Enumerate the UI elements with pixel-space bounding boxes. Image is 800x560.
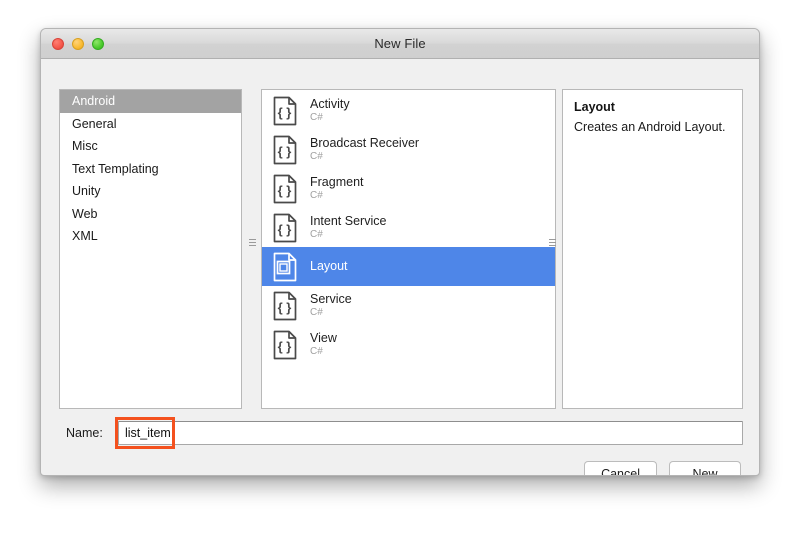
svg-text:{ }: { } xyxy=(278,105,292,120)
template-details-inner: Layout Creates an Android Layout. xyxy=(563,90,742,146)
category-item-label: Unity xyxy=(72,184,101,198)
svg-text:{ }: { } xyxy=(278,144,292,159)
category-item-label: General xyxy=(72,116,117,131)
template-item-text: Intent Service C# xyxy=(310,213,387,241)
name-row: Name: xyxy=(59,417,743,449)
title-bar: New File xyxy=(41,29,759,59)
file-name-input[interactable] xyxy=(118,421,743,445)
name-label: Name: xyxy=(66,426,103,440)
splitter-grip-left[interactable] xyxy=(249,237,256,253)
details-title: Layout xyxy=(574,100,615,114)
csharp-file-icon: { } xyxy=(272,174,298,204)
category-item-label: Text Templating xyxy=(72,161,159,176)
template-item-view[interactable]: { } View C# xyxy=(262,325,555,364)
template-item-text: Fragment C# xyxy=(310,174,364,202)
template-item-broadcast-receiver[interactable]: { } Broadcast Receiver C# xyxy=(262,130,555,169)
svg-text:{ }: { } xyxy=(278,222,292,237)
template-item-subtitle: C# xyxy=(310,306,323,318)
new-file-dialog: New File Android General Misc Text Templati… xyxy=(40,28,760,476)
category-item-label: Android xyxy=(72,94,116,108)
category-item-general[interactable]: General xyxy=(60,113,241,136)
template-item-title: Service xyxy=(310,291,352,306)
csharp-file-icon: { } xyxy=(272,135,298,165)
template-item-subtitle: C# xyxy=(310,111,323,123)
template-item-subtitle: C# xyxy=(310,150,323,162)
template-item-title: Fragment xyxy=(310,174,364,189)
splitter-grip-right[interactable] xyxy=(549,237,556,253)
dialog-button-row: Cancel New xyxy=(584,461,741,475)
csharp-file-icon: { } xyxy=(272,291,298,321)
template-item-text: Layout xyxy=(310,258,348,273)
category-item-label: Misc xyxy=(72,139,98,153)
category-item-misc[interactable]: Misc xyxy=(60,135,241,158)
csharp-file-icon: { } xyxy=(272,213,298,243)
category-item-unity[interactable]: Unity xyxy=(60,180,241,203)
template-item-text: Activity C# xyxy=(310,96,350,124)
category-item-xml[interactable]: XML xyxy=(60,225,241,248)
template-item-subtitle: C# xyxy=(310,189,323,201)
category-item-label: XML xyxy=(72,229,98,243)
category-item-label: Web xyxy=(72,206,98,221)
template-item-subtitle: C# xyxy=(310,345,323,357)
template-item-layout[interactable]: Layout xyxy=(262,247,555,286)
template-item-service[interactable]: { } Service C# xyxy=(262,286,555,325)
dialog-body: Android General Misc Text Templating Unity We… xyxy=(41,59,759,475)
category-item-android[interactable]: Android xyxy=(60,90,241,113)
template-item-text: Service C# xyxy=(310,291,352,319)
csharp-file-icon: { } xyxy=(272,96,298,126)
layout-file-icon xyxy=(272,252,298,282)
category-item-text-templating[interactable]: Text Templating xyxy=(60,158,241,181)
category-list[interactable]: Android General Misc Text Templating Unity We… xyxy=(60,90,241,248)
template-item-intent-service[interactable]: { } Intent Service C# xyxy=(262,208,555,247)
window-title: New File xyxy=(374,36,426,51)
csharp-file-icon: { } xyxy=(272,330,298,360)
template-item-title: Broadcast Receiver xyxy=(310,135,420,150)
cancel-button[interactable]: Cancel xyxy=(584,461,657,475)
template-list-panel[interactable]: { } Activity C#{ } Broadcast Receiver C#{ } F… xyxy=(261,89,556,409)
template-details-panel: Layout Creates an Android Layout. xyxy=(562,89,743,409)
template-item-title: Activity xyxy=(310,96,350,111)
template-item-title: Intent Service xyxy=(310,213,387,228)
details-description: Creates an Android Layout. xyxy=(574,120,726,134)
panels-container: Android General Misc Text Templating Unity We… xyxy=(59,89,743,409)
template-item-title: Layout xyxy=(310,258,348,273)
template-item-text: Broadcast Receiver C# xyxy=(310,135,420,163)
template-item-text: View C# xyxy=(310,330,337,358)
template-item-activity[interactable]: { } Activity C# xyxy=(262,91,555,130)
new-button[interactable]: New xyxy=(669,461,741,475)
template-item-subtitle: C# xyxy=(310,228,323,240)
category-item-web[interactable]: Web xyxy=(60,203,241,226)
template-item-fragment[interactable]: { } Fragment C# xyxy=(262,169,555,208)
svg-text:{ }: { } xyxy=(278,183,292,198)
category-list-panel[interactable]: Android General Misc Text Templating Unity We… xyxy=(59,89,242,409)
svg-text:{ }: { } xyxy=(278,339,292,354)
template-item-title: View xyxy=(310,330,337,345)
template-list[interactable]: { } Activity C#{ } Broadcast Receiver C#{ } F… xyxy=(262,90,555,364)
svg-text:{ }: { } xyxy=(278,300,292,315)
